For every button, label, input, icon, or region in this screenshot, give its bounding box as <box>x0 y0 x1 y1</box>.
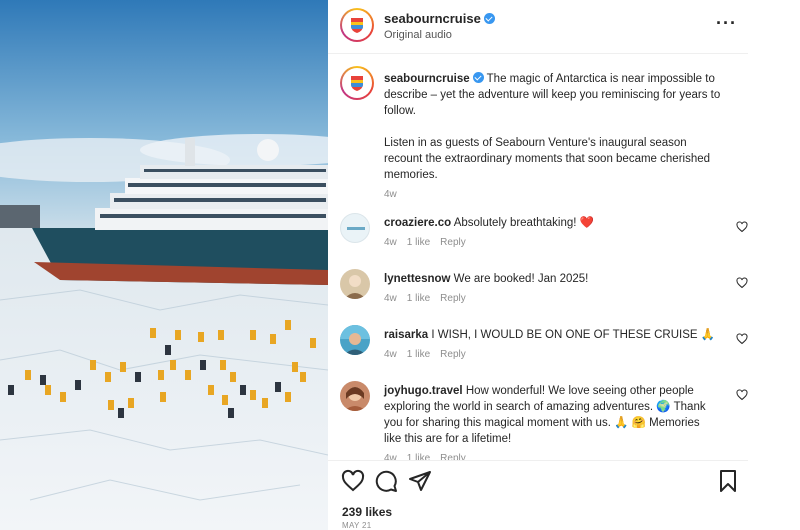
verified-icon <box>472 72 484 83</box>
comment-text-line: joyhugo.travel How wonderful! We love se… <box>384 383 720 447</box>
seabourn-logo-icon <box>351 18 363 33</box>
heart-icon[interactable] <box>736 277 748 289</box>
comment-likes[interactable]: 1 like <box>407 293 430 304</box>
heart-icon[interactable] <box>736 333 748 345</box>
comment-meta: 4w 1 like Reply <box>384 237 476 248</box>
comment-avatar[interactable] <box>340 325 370 355</box>
post-header: seabourncruise Original audio ··· <box>328 0 748 54</box>
seabourn-logo-icon <box>351 76 363 91</box>
person-avatar-icon <box>344 387 366 411</box>
comment-username[interactable]: croaziere.co <box>384 217 451 229</box>
person-avatar-icon <box>344 275 366 299</box>
comment-text-line: lynettesnow We are booked! Jan 2025! <box>384 271 720 287</box>
more-dots-icon[interactable]: ··· <box>716 14 737 32</box>
caption-paragraph-2: Listen in as guests of Seabourn Venture'… <box>384 137 711 181</box>
comment-time[interactable]: 4w <box>384 293 397 304</box>
comment-meta: 4w 1 like Reply <box>384 349 476 360</box>
comment-text: I WISH, I WOULD BE ON ONE OF THESE CRUIS… <box>431 329 716 341</box>
caption-text: seabourncruise The magic of Antarctica i… <box>384 71 724 203</box>
comment-username[interactable]: joyhugo.travel <box>384 385 463 397</box>
verified-icon <box>483 13 495 24</box>
audio-label[interactable]: Original audio <box>384 29 452 41</box>
comment-username[interactable]: raisarka <box>384 329 428 341</box>
croaziere-logo-icon <box>347 227 365 230</box>
comment-text: We are booked! Jan 2025! <box>453 273 589 285</box>
author-avatar[interactable] <box>340 8 374 42</box>
caption-time[interactable]: 4w <box>384 187 724 203</box>
post-media[interactable] <box>0 0 328 530</box>
heart-icon[interactable] <box>736 221 748 233</box>
ship-antarctica-photo <box>0 0 328 530</box>
comment-meta: 4w 1 like Reply <box>384 293 476 304</box>
comment-avatar[interactable] <box>340 269 370 299</box>
likes-count[interactable]: 239 likes <box>342 505 392 519</box>
comment-username[interactable]: lynettesnow <box>384 273 450 285</box>
comment-icon[interactable] <box>374 469 398 493</box>
author-username-text[interactable]: seabourncruise <box>384 11 481 26</box>
action-bar: 239 likes MAY 21 <box>328 460 748 530</box>
heart-icon[interactable] <box>736 389 748 401</box>
caption-avatar[interactable] <box>340 66 374 100</box>
comment-text: Absolutely breathtaking! ❤️ <box>453 217 594 229</box>
comment-text-line: croaziere.co Absolutely breathtaking! ❤️ <box>384 215 720 231</box>
reply-button[interactable]: Reply <box>440 293 466 304</box>
comment-text-line: raisarka I WISH, I WOULD BE ON ONE OF TH… <box>384 327 720 343</box>
comment-avatar[interactable] <box>340 381 370 411</box>
comment-likes[interactable]: 1 like <box>407 349 430 360</box>
reply-button[interactable]: Reply <box>440 237 466 248</box>
author-username[interactable]: seabourncruise <box>384 11 495 26</box>
comment-time[interactable]: 4w <box>384 349 397 360</box>
post-date[interactable]: MAY 21 <box>342 521 372 530</box>
comment-likes[interactable]: 1 like <box>407 237 430 248</box>
post-panel: seabourncruise Original audio ··· seabou… <box>328 0 800 530</box>
person-avatar-icon <box>340 325 370 355</box>
comment-time[interactable]: 4w <box>384 237 397 248</box>
bookmark-icon[interactable] <box>716 469 740 493</box>
comment-avatar[interactable] <box>340 213 370 243</box>
share-icon[interactable] <box>408 469 432 493</box>
caption-username[interactable]: seabourncruise <box>384 73 470 85</box>
reply-button[interactable]: Reply <box>440 349 466 360</box>
heart-icon[interactable] <box>341 469 365 493</box>
